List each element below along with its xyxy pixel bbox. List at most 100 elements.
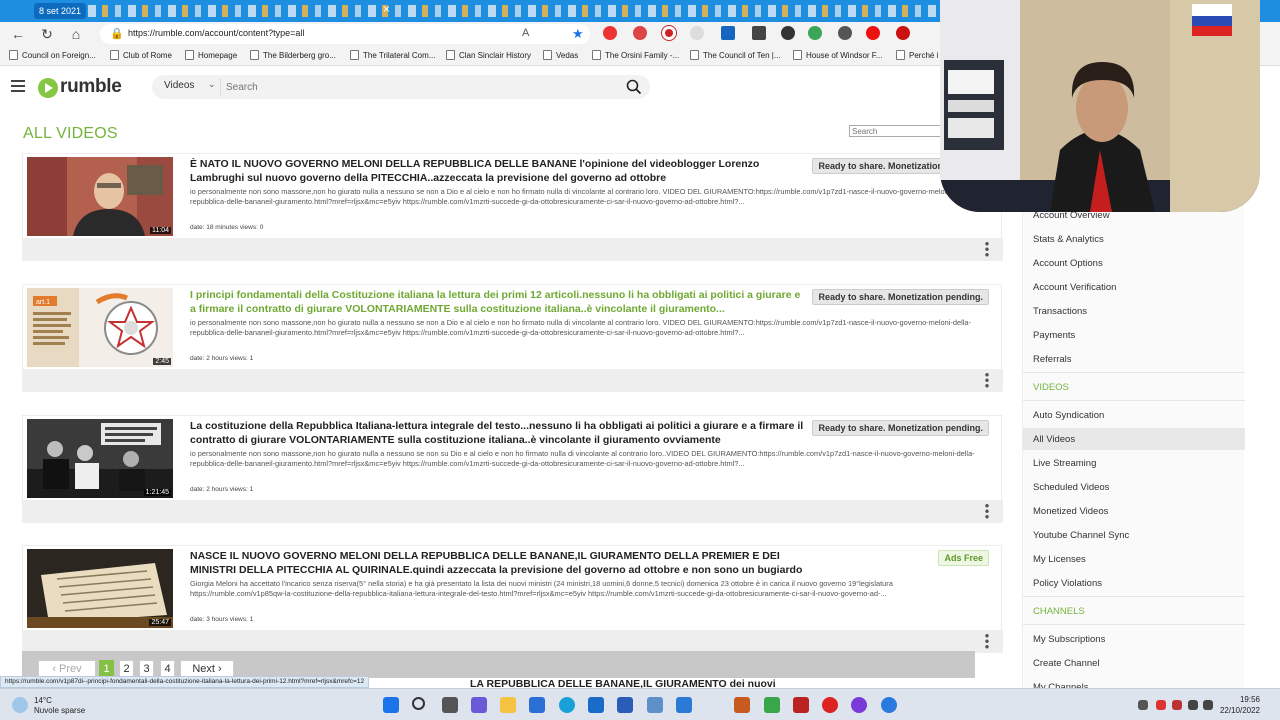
sidebar-item-transactions[interactable]: Transactions (1033, 306, 1087, 317)
extension-icon[interactable] (808, 26, 822, 40)
dollar-extension-icon[interactable] (690, 26, 704, 40)
adblock-extension-icon[interactable] (603, 26, 617, 40)
search-input[interactable] (226, 78, 606, 96)
sidebar-item-my-licenses[interactable]: My Licenses (1033, 554, 1086, 565)
sidebar-item-account-verification[interactable]: Account Verification (1033, 282, 1116, 293)
extension-icon[interactable] (752, 26, 766, 40)
video-thumbnail[interactable]: art.1 2:45 (27, 288, 173, 367)
site-logo-text[interactable]: rumble (60, 76, 122, 98)
more-options-icon[interactable] (985, 372, 989, 388)
page-number-button[interactable]: 3 (139, 660, 154, 677)
extension-icon[interactable] (781, 26, 795, 40)
file-explorer-icon[interactable] (500, 697, 516, 713)
sidebar-item-monetized-videos[interactable]: Monetized Videos (1033, 506, 1108, 517)
extension-icon[interactable] (633, 26, 647, 40)
sidebar-item-auto-syndication[interactable]: Auto Syndication (1033, 410, 1104, 421)
app-icon[interactable] (647, 697, 663, 713)
mail-icon[interactable] (588, 697, 604, 713)
rumble-logo-icon[interactable] (38, 78, 58, 98)
read-aloud-icon[interactable]: A (522, 27, 529, 39)
home-icon[interactable]: ⌂ (67, 25, 85, 43)
task-view-icon[interactable] (442, 697, 458, 713)
app-icon[interactable] (734, 697, 750, 713)
bookmark-item[interactable]: Perché i (896, 50, 938, 60)
video-title[interactable]: NASCE IL NUOVO GOVERNO MELONI DELLA REPU… (190, 549, 805, 577)
app-icon[interactable] (822, 697, 838, 713)
app-icon[interactable] (676, 697, 692, 713)
video-title[interactable]: I principi fondamentali della Costituzio… (190, 288, 805, 316)
video-thumbnail[interactable]: 1:21:45 (27, 419, 173, 498)
sidebar-item-live-streaming[interactable]: Live Streaming (1033, 458, 1096, 469)
bookmark-item[interactable]: The Orsini Family -... (592, 50, 679, 60)
close-tab-icon[interactable]: × (383, 2, 390, 16)
video-list-search-input[interactable] (849, 125, 941, 137)
sidebar-item-payments[interactable]: Payments (1033, 330, 1075, 341)
weather-temperature[interactable]: 14°C (34, 696, 52, 705)
back-icon[interactable]: ← (9, 25, 27, 43)
page-number-button[interactable]: 4 (160, 660, 175, 677)
bookmark-item[interactable]: Vedas (543, 50, 578, 60)
sidebar-item-youtube-channel-sync[interactable]: Youtube Channel Sync (1033, 530, 1129, 541)
teams-chat-icon[interactable] (471, 697, 487, 713)
app-icon[interactable] (793, 697, 809, 713)
bookmark-item[interactable]: The Trilateral Com... (350, 50, 435, 60)
tab-date-label[interactable]: 8 set 2021 (34, 3, 87, 19)
extension-icon[interactable] (721, 26, 735, 40)
menu-icon[interactable] (11, 80, 25, 92)
bookmark-item[interactable]: Club of Rome (110, 50, 172, 60)
weather-icon[interactable] (12, 697, 28, 713)
video-thumbnail[interactable]: 25:47 (27, 549, 173, 628)
more-options-icon[interactable] (985, 633, 989, 649)
browser-tabs[interactable] (88, 5, 988, 17)
sidebar-item-create-channel[interactable]: Create Channel (1033, 658, 1100, 669)
app-icon[interactable] (881, 697, 897, 713)
extension-icon[interactable] (838, 26, 852, 40)
search-icon[interactable] (626, 79, 642, 95)
sidebar-item-all-videos[interactable]: All Videos (1033, 434, 1075, 445)
edge-browser-icon[interactable] (559, 697, 575, 713)
reload-icon[interactable]: ↻ (38, 25, 56, 43)
record-extension-icon[interactable] (662, 26, 676, 40)
lock-icon[interactable]: 🔒 (110, 27, 124, 40)
sidebar-item-scheduled-videos[interactable]: Scheduled Videos (1033, 482, 1109, 493)
prev-page-button[interactable]: ‹ Prev (38, 660, 96, 677)
search-icon[interactable] (412, 697, 425, 710)
app-icon[interactable] (851, 697, 867, 713)
bookmark-item[interactable]: House of Windsor F... (793, 50, 882, 60)
video-thumbnail[interactable]: 11:04 (27, 157, 173, 236)
bookmark-item[interactable]: Clan Sinclair History (446, 50, 531, 60)
windows-start-icon[interactable] (383, 697, 399, 713)
clock-time[interactable]: 19:56 (1220, 695, 1260, 704)
bookmark-item[interactable]: Homepage (185, 50, 237, 60)
sidebar-item-referrals[interactable]: Referrals (1033, 354, 1072, 365)
bookmark-item[interactable]: The Council of Ten |... (690, 50, 781, 60)
sidebar-item-account-options[interactable]: Account Options (1033, 258, 1103, 269)
app-icon[interactable] (764, 697, 780, 713)
more-options-icon[interactable] (985, 503, 989, 519)
word-icon[interactable] (617, 697, 633, 713)
favorite-star-icon[interactable]: ★ (572, 26, 584, 42)
opera-extension-icon[interactable] (866, 26, 880, 40)
page-number-button[interactable]: 1 (99, 660, 114, 677)
sidebar-item-stats-analytics[interactable]: Stats & Analytics (1033, 234, 1104, 245)
more-options-icon[interactable] (985, 241, 989, 257)
tray-icon[interactable] (1172, 700, 1182, 710)
bookmark-item[interactable]: The Bilderberg gro... (250, 50, 336, 60)
clock-date[interactable]: 22/10/2022 (1210, 706, 1260, 715)
chevron-down-icon[interactable]: ⌄ (208, 79, 216, 90)
next-page-button[interactable]: Next › (180, 660, 234, 677)
url-text[interactable]: https://rumble.com/account/content?type=… (128, 28, 304, 38)
wifi-icon[interactable] (1188, 700, 1198, 710)
video-title[interactable]: La costituzione della Repubblica Italian… (190, 419, 805, 447)
search-category-select[interactable]: Videos (164, 80, 194, 91)
page-number-button[interactable]: 2 (119, 660, 134, 677)
url-field[interactable]: 🔒 https://rumble.com/account/content?typ… (100, 24, 590, 44)
store-icon[interactable] (529, 697, 545, 713)
extension-icon[interactable] (896, 26, 910, 40)
sidebar-item-my-subscriptions[interactable]: My Subscriptions (1033, 634, 1105, 645)
video-title[interactable]: È NATO IL NUOVO GOVERNO MELONI DELLA REP… (190, 157, 805, 185)
chevron-up-icon[interactable] (1138, 700, 1148, 710)
tray-icon[interactable] (1156, 700, 1166, 710)
bookmark-item[interactable]: Council on Foreign... (9, 50, 96, 60)
weather-description[interactable]: Nuvole sparse (34, 706, 85, 715)
